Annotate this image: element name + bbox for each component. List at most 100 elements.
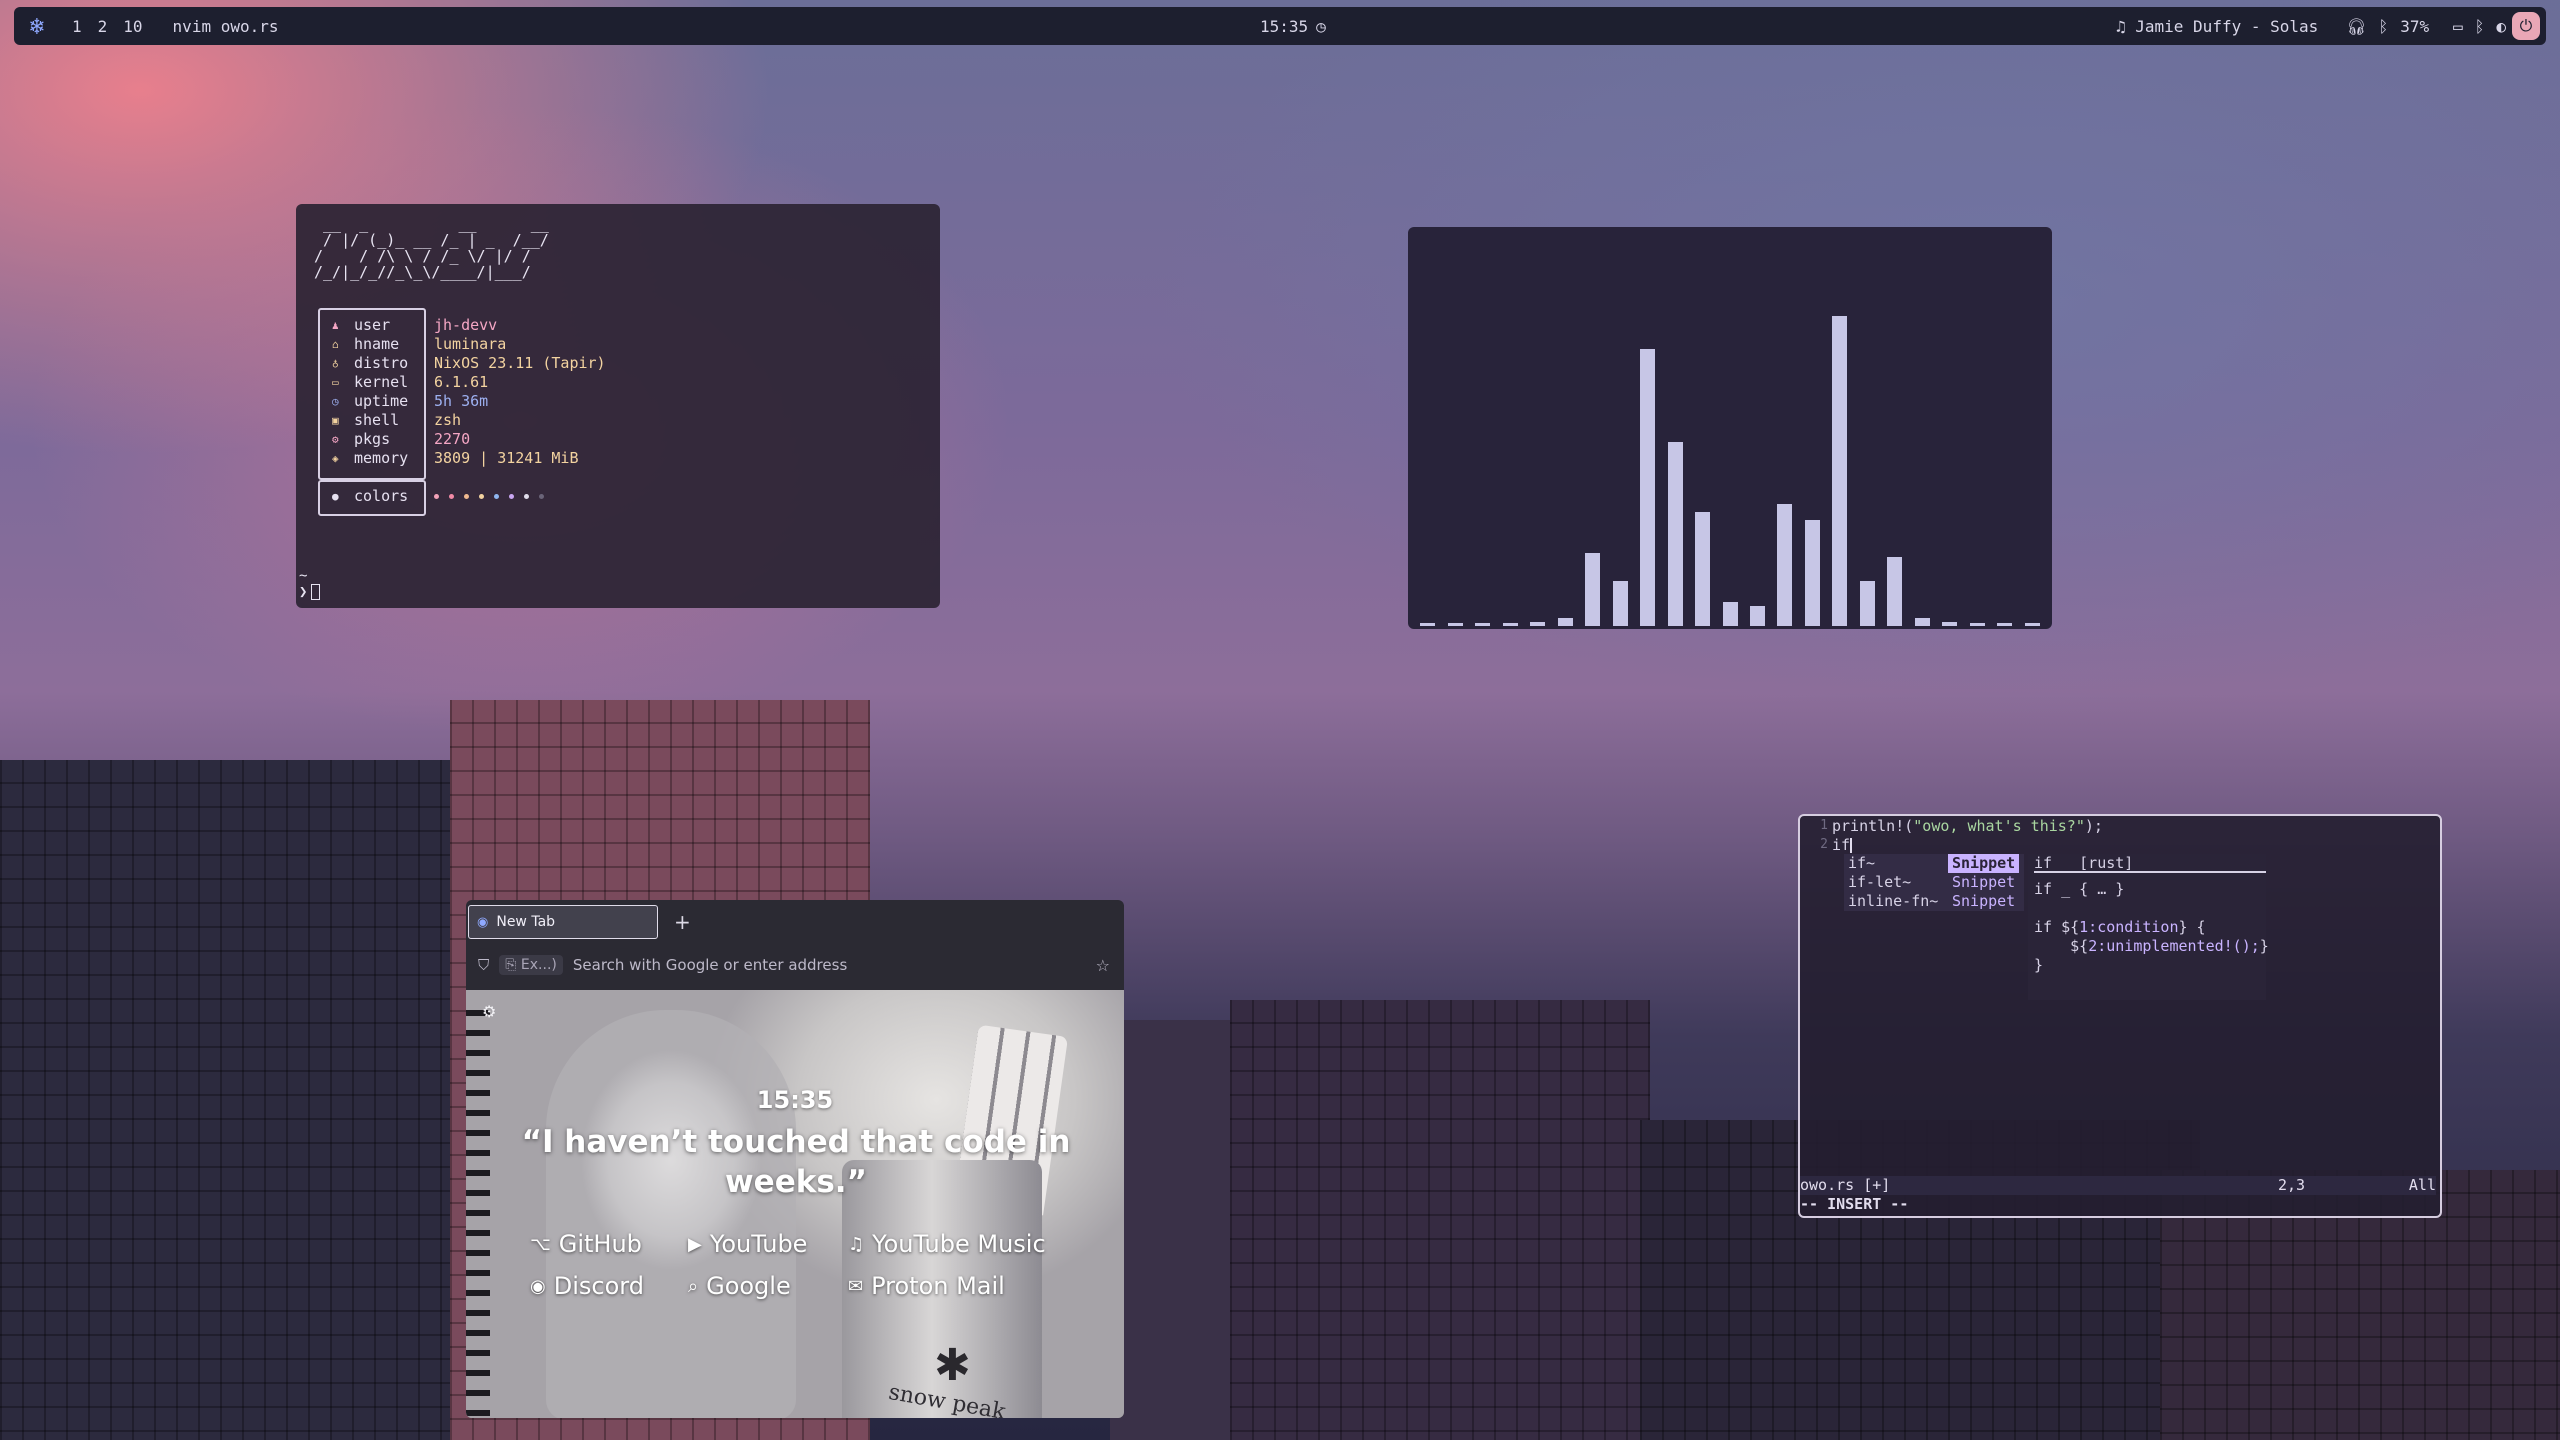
fetch-key: pkgs <box>354 430 391 448</box>
code-line-1[interactable]: println!("owo, what's this?"); <box>1832 817 2103 835</box>
distro-icon: ♁ <box>332 357 339 370</box>
workspace-1[interactable]: 1 <box>72 17 82 36</box>
link-proton-mail[interactable]: ✉ Proton Mail <box>848 1272 1005 1300</box>
settings-gear-icon[interactable]: ⚙ <box>482 1002 496 1021</box>
fetch-key: shell <box>354 411 400 429</box>
workspace-2[interactable]: 2 <box>98 17 108 36</box>
link-discord[interactable]: ◉ Discord <box>530 1272 644 1300</box>
power-icon: ⏻ <box>2519 16 2533 35</box>
anime-sketch-figure <box>546 1010 796 1418</box>
visualizer-bar <box>1997 623 2013 626</box>
palette-swatch <box>494 494 499 499</box>
fetch-value: 2270 <box>434 430 471 448</box>
link-label: Discord <box>553 1272 644 1300</box>
nixos-logo-icon[interactable]: ❄ <box>22 11 52 41</box>
hname-icon: ⌂ <box>332 338 339 351</box>
top-bar: ❄ 1 2 10 nvim owo.rs 15:35 ◷ ♫ Jamie Duf… <box>14 7 2546 45</box>
extension-icon: ⎘ <box>505 957 521 973</box>
doc-text: ${ <box>2034 937 2089 955</box>
url-input[interactable]: Search with Google or enter address <box>573 956 847 974</box>
power-button[interactable]: ⏻ <box>2512 12 2540 40</box>
completion-kind: Snippet <box>1952 873 2016 891</box>
completion-item[interactable]: if-let~ Snippet <box>1844 873 2024 892</box>
address-bar[interactable]: ⛉ ⎘ Ex...) Search with Google or enter a… <box>466 944 1124 986</box>
new-tab-page: ✱ snow peak ⚙ 15:35 “I haven’t touched t… <box>466 990 1124 1418</box>
visualizer-bar <box>1749 605 1765 626</box>
completion-documentation: if _ [rust] if _ { … } if ${1:condition}… <box>2028 854 2269 1000</box>
palette-swatch <box>464 494 469 499</box>
fetch-value: 3809 | 31241 MiB <box>434 449 579 467</box>
shell-prompt[interactable]: ~ ❯ <box>299 568 321 600</box>
statusline: owo.rs [+] 2,3 All <box>1800 1176 2436 1195</box>
fetch-key: uptime <box>354 392 409 410</box>
code-string: "owo, what's this?" <box>1913 817 2085 835</box>
visualizer-bar <box>1447 623 1463 626</box>
visualizer-bar <box>1640 348 1656 626</box>
link-label: Proton Mail <box>871 1272 1005 1300</box>
extension-chip[interactable]: ⎘ Ex...) <box>499 955 563 975</box>
fetch-row-distro: ♁ distro NixOS 23.11 (Tapir) <box>332 354 606 373</box>
bluetooth-icon[interactable]: ᛒ <box>2379 17 2389 36</box>
media-title: Jamie Duffy - Solas <box>2135 16 2319 36</box>
completion-word: if~ <box>1848 854 1876 872</box>
visualizer-bar <box>1722 601 1738 626</box>
link-youtube-music[interactable]: ♫ YouTube Music <box>848 1230 1046 1258</box>
workspace-10[interactable]: 10 <box>123 17 142 36</box>
system-tray: 🎧︎ ᛒ 37% ▭ ᛒ ◐ <box>2346 17 2506 36</box>
completion-item[interactable]: inline-fn~ Snippet <box>1844 892 2024 911</box>
doc-text: if ${ <box>2034 918 2080 936</box>
bluetooth-toggle-icon[interactable]: ᛒ <box>2475 17 2485 36</box>
tab-title: New Tab <box>496 914 556 930</box>
link-label: YouTube Music <box>872 1230 1046 1258</box>
new-tab-clock: 15:35 <box>756 1086 834 1114</box>
fetch-value: 5h 36m <box>434 392 489 410</box>
bookmark-star-icon[interactable]: ☆ <box>1096 956 1110 975</box>
network-icon[interactable]: ◐ <box>2496 17 2506 36</box>
text-cursor <box>1850 838 1853 853</box>
visualizer-bar <box>1777 503 1793 626</box>
browser-window[interactable]: ◉ New Tab + ⛉ ⎘ Ex...) Search with Googl… <box>466 900 1124 1418</box>
visualizer-bar <box>1612 581 1628 626</box>
completion-item[interactable]: if~ Snippet <box>1844 854 2024 873</box>
visualizer-bar <box>1667 442 1683 626</box>
new-tab-button[interactable]: + <box>674 910 691 934</box>
mode-indicator: -- INSERT -- <box>1800 1195 1909 1213</box>
visualizer-bar <box>1530 621 1546 626</box>
palette-swatch <box>479 494 484 499</box>
media-player[interactable]: ♫ Jamie Duffy - Solas <box>2116 17 2318 36</box>
doc-placeholder: 2:unimplemented!(); <box>2088 937 2260 955</box>
link-google[interactable]: ⌕ Google <box>688 1272 791 1300</box>
shield-icon[interactable]: ⛉ <box>478 956 489 974</box>
neovim-window[interactable]: 1 println!("owo, what's this?"); 2 if if… <box>1798 814 2442 1218</box>
terminal-window[interactable]: __ _ __ __ / |/ (_)_ __ /_ | _ /__/ / / … <box>296 204 940 608</box>
visualizer-bar <box>1859 581 1875 626</box>
prompt-symbol: ❯ <box>299 584 308 600</box>
link-github[interactable]: ⌥ GitHub <box>530 1230 642 1258</box>
tab-new-tab[interactable]: ◉ New Tab <box>468 905 658 939</box>
palette-swatch <box>434 494 439 499</box>
fetch-key: colors <box>354 487 409 505</box>
completion-kind: Snippet <box>1948 854 2020 873</box>
link-youtube[interactable]: ▶ YouTube <box>688 1230 807 1258</box>
kernel-icon: ▭ <box>332 376 339 389</box>
clock[interactable]: 15:35 ◷ <box>1260 17 1326 36</box>
headphones-icon[interactable]: 🎧︎ <box>2346 17 2366 36</box>
line-number: 1 <box>1820 818 1828 833</box>
visualizer-bar <box>1585 552 1601 626</box>
visualizer-bar <box>1914 617 1930 626</box>
fetch-value: jh-devv <box>434 316 498 334</box>
status-scroll: All <box>2408 1176 2436 1194</box>
fetch-row-pkgs: ⚙ pkgs 2270 <box>332 430 470 449</box>
visualizer-bar <box>1942 621 1958 626</box>
workspace-list: 1 2 10 <box>72 17 143 36</box>
code-line-2[interactable]: if <box>1832 836 1853 854</box>
doc-body-line: ${2:unimplemented!();} <box>2034 937 2269 956</box>
visualizer-bar <box>1804 519 1820 626</box>
link-label: Google <box>706 1272 791 1300</box>
firefox-icon: ◉ <box>477 914 489 930</box>
mail-icon: ✉ <box>848 1275 864 1297</box>
palette-swatch <box>539 494 544 499</box>
screen-icon[interactable]: ▭ <box>2453 17 2463 36</box>
battery-level[interactable]: 37% <box>2400 17 2429 36</box>
quote-text: “I haven’t touched that code in weeks.” <box>521 1124 1071 1200</box>
